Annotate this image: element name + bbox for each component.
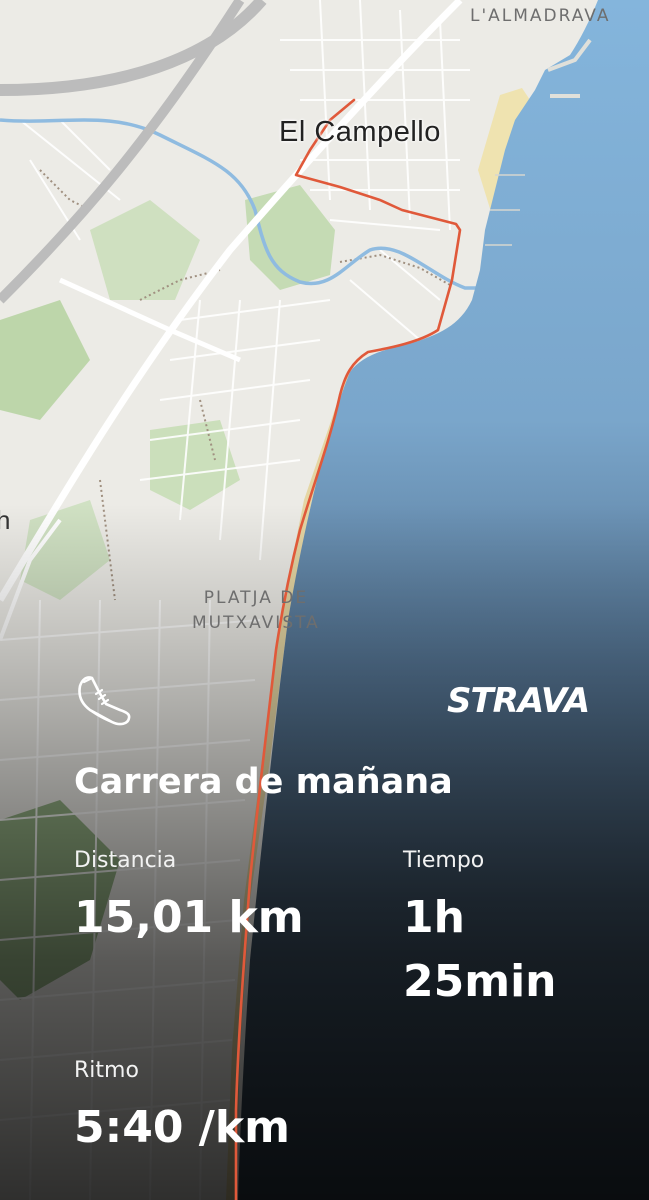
pace-label: Ritmo bbox=[74, 1058, 139, 1083]
distance-value: 15,01 km bbox=[74, 892, 304, 943]
place-label-almadrava: L'ALMADRAVA bbox=[470, 6, 611, 26]
place-label-beach-line1: PLATJA DE bbox=[203, 588, 309, 608]
place-label-beach: PLATJA DE MUTXAVISTA bbox=[192, 586, 320, 636]
place-label-fragment: h bbox=[0, 505, 11, 535]
running-shoe-icon bbox=[78, 676, 131, 726]
brand-logo: STRAVA bbox=[447, 681, 590, 721]
pace-value: 5:40 /km bbox=[74, 1102, 290, 1153]
place-label-town: El Campello bbox=[279, 116, 441, 148]
route-map bbox=[0, 0, 649, 1200]
place-label-beach-line2: MUTXAVISTA bbox=[192, 613, 320, 633]
time-label: Tiempo bbox=[403, 848, 485, 873]
time-value: 1h 25min bbox=[403, 892, 557, 1007]
activity-title: Carrera de mañana bbox=[74, 762, 453, 802]
activity-share-card: L'ALMADRAVA El Campello PLATJA DE MUTXAV… bbox=[0, 0, 649, 1200]
map-shade bbox=[0, 0, 649, 1200]
distance-label: Distancia bbox=[74, 848, 177, 873]
